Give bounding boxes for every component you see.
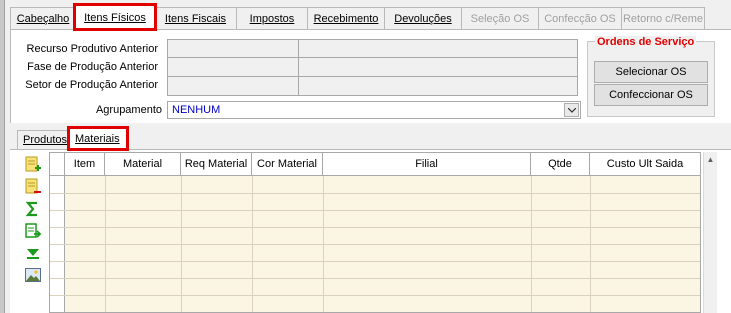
- column-header-item[interactable]: Item: [65, 153, 105, 175]
- confeccionar-os-label: Confeccionar OS: [609, 89, 693, 101]
- grid-vertical-scrollbar[interactable]: ▲: [703, 152, 717, 313]
- ordens-servico-group: Ordens de Serviço Selecionar OS Confecci…: [587, 36, 715, 117]
- column-header-qtde[interactable]: Qtde: [531, 153, 590, 175]
- grid-row-line: [50, 210, 700, 211]
- grid-col-divider: [298, 40, 299, 95]
- fase-label: Fase de Produção Anterior: [27, 61, 158, 73]
- tab-cabecalho[interactable]: Cabeçalho: [10, 7, 76, 29]
- ordens-servico-title: Ordens de Serviço: [595, 36, 697, 48]
- grid-toolbar: [24, 156, 42, 288]
- sum-icon[interactable]: [24, 200, 42, 218]
- tab-devolucoes[interactable]: Devoluções: [384, 7, 462, 29]
- agrupamento-value: NENHUM: [172, 104, 221, 116]
- tab-confeccao-os[interactable]: Confecção OS: [538, 7, 622, 29]
- grid-row-line: [50, 193, 700, 194]
- producao-anterior-grid[interactable]: [167, 39, 578, 96]
- selecionar-os-button[interactable]: Selecionar OS: [594, 61, 708, 83]
- tab-itens-fisicos[interactable]: Itens Físicos: [73, 3, 157, 31]
- grid-row-line: [50, 244, 700, 245]
- materiais-grid[interactable]: Item Material Req Material Cor Material …: [49, 152, 701, 313]
- setor-label: Setor de Produção Anterior: [25, 79, 158, 91]
- tab-impostos[interactable]: Impostos: [236, 7, 308, 29]
- tab-recebimento[interactable]: Recebimento: [307, 7, 385, 29]
- tab-itens-fiscais[interactable]: Itens Fiscais: [154, 7, 237, 29]
- column-header-cor-material[interactable]: Cor Material: [252, 153, 323, 175]
- confeccionar-os-button[interactable]: Confeccionar OS: [594, 84, 708, 106]
- row-indicator-header: [50, 153, 65, 175]
- top-tab-bar: Cabeçalho Itens Físicos Itens Fiscais Im…: [10, 3, 705, 31]
- grid-row-line: [50, 278, 700, 279]
- selecionar-os-label: Selecionar OS: [615, 66, 687, 78]
- delete-row-icon[interactable]: [24, 178, 42, 196]
- grid-row-line: [50, 227, 700, 228]
- grid-row-line: [50, 261, 700, 262]
- window-left-edge: [0, 0, 5, 313]
- export-icon[interactable]: [24, 222, 42, 240]
- agrupamento-label: Agrupamento: [95, 104, 162, 116]
- tab-selecao-os[interactable]: Seleção OS: [461, 7, 539, 29]
- chevron-down-icon[interactable]: [564, 103, 579, 117]
- sub-tab-area: Produtos Materiais Item Material Req Mat…: [10, 123, 731, 313]
- agrupamento-select[interactable]: NENHUM: [167, 101, 581, 119]
- add-row-icon[interactable]: [24, 156, 42, 174]
- grid-row-divider: [168, 57, 577, 58]
- tab-retorno-remessa[interactable]: Retorno c/Reme: [621, 7, 705, 29]
- image-icon[interactable]: [24, 266, 42, 284]
- column-header-req-material[interactable]: Req Material: [181, 153, 252, 175]
- grid-row-line: [50, 295, 700, 296]
- grid-row-divider: [168, 76, 577, 77]
- column-header-filial[interactable]: Filial: [323, 153, 531, 175]
- column-header-material[interactable]: Material: [105, 153, 181, 175]
- tab-produtos[interactable]: Produtos: [17, 130, 70, 149]
- column-header-custo-ult-saida[interactable]: Custo Ult Saida: [590, 153, 700, 175]
- sub-tab-bar: Produtos Materiais: [17, 126, 129, 151]
- move-down-icon[interactable]: [24, 244, 42, 262]
- scroll-up-icon[interactable]: ▲: [704, 152, 717, 166]
- recurso-label: Recurso Produtivo Anterior: [26, 43, 158, 55]
- grid-header: Item Material Req Material Cor Material …: [50, 153, 700, 176]
- tab-materiais[interactable]: Materiais: [67, 126, 129, 151]
